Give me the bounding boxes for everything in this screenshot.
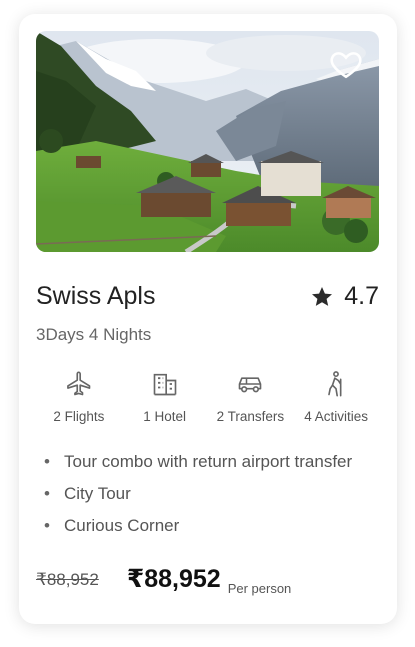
inclusions: 2 Flights 1 Hotel 2 Transfers 4 Activiti… [36, 370, 379, 424]
star-icon [312, 286, 333, 306]
feature-activities: 4 Activities [293, 370, 379, 424]
feature-flights: 2 Flights [36, 370, 122, 424]
duration-text: 3Days 4 Nights [36, 325, 152, 344]
feature-transfers: 2 Transfers [208, 370, 294, 424]
current-price: ₹88,952 [126, 565, 221, 593]
price-unit: Per person [227, 581, 292, 596]
list-item: • Curious Corner [44, 516, 180, 535]
heart-icon [330, 52, 362, 79]
favorite-button[interactable] [329, 47, 363, 81]
feature-label: 4 Activities [304, 409, 369, 424]
rating-value: 4.7 [344, 282, 379, 310]
title-row: Swiss Apls 4.7 [36, 282, 379, 311]
rating: 4.7 [310, 282, 379, 311]
list-item: • City Tour [44, 484, 131, 503]
list-item: • Tour combo with return airport transfer [44, 452, 353, 471]
feature-hotel: 1 Hotel [122, 370, 208, 424]
package-card[interactable]: Swiss Apls 4.7 3Days 4 Nights 2 Flights … [19, 14, 397, 624]
flight-icon [66, 371, 91, 396]
package-title: Swiss Apls [36, 282, 156, 310]
price-row: ₹88,952 ₹88,952 Per person [36, 564, 379, 596]
original-price: ₹88,952 [36, 570, 99, 589]
destination-photo[interactable] [36, 31, 379, 252]
feature-label: 2 Flights [53, 409, 105, 424]
car-icon [239, 377, 262, 393]
feature-label: 2 Transfers [216, 409, 285, 424]
hotel-icon [153, 373, 176, 396]
highlights-list: • Tour combo with return airport transfer… [44, 451, 384, 547]
hiking-icon [328, 371, 342, 397]
feature-label: 1 Hotel [143, 409, 187, 424]
